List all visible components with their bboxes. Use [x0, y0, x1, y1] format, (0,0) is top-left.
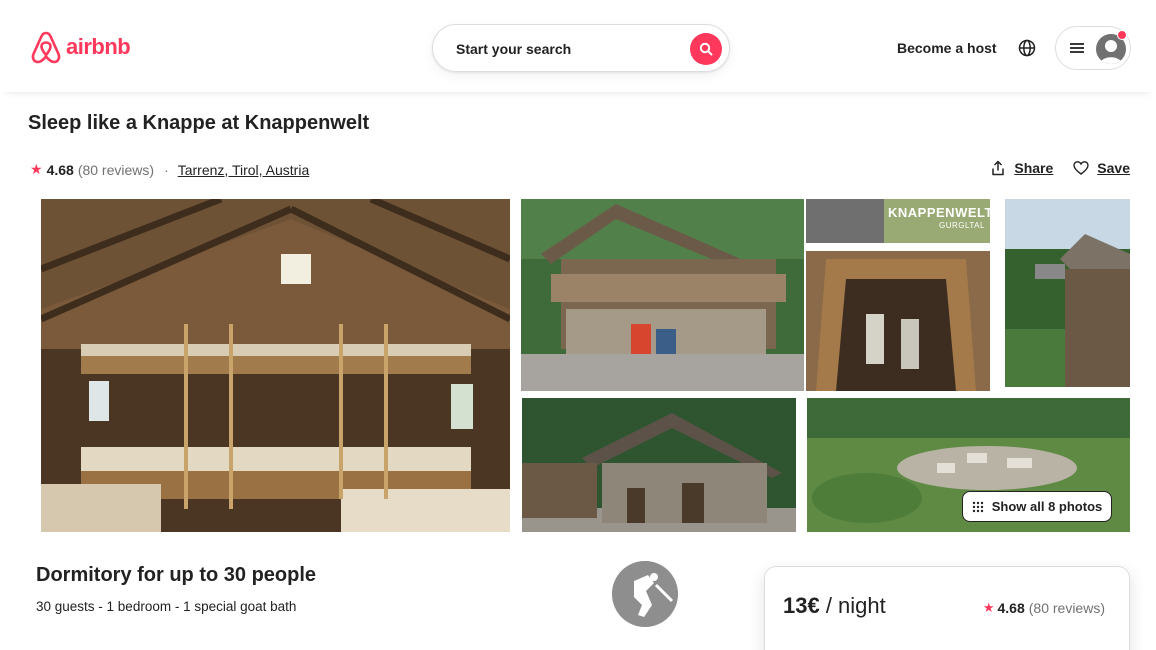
knappenwelt-sign-subtitle: GURGLTAL	[939, 221, 985, 230]
save-label: Save	[1097, 160, 1130, 176]
photo-wooden-lodge[interactable]	[521, 199, 804, 391]
search-placeholder[interactable]: Start your search	[456, 41, 571, 57]
share-icon	[992, 160, 1005, 176]
globe-icon[interactable]	[1017, 38, 1037, 58]
booking-card: 13€ / night ★ 4.68 (80 reviews)	[764, 566, 1130, 650]
hamburger-icon	[1070, 43, 1084, 53]
save-button[interactable]: Save	[1073, 160, 1130, 176]
photo-forest-hut[interactable]	[1005, 199, 1130, 387]
show-all-label: Show all 8 photos	[991, 499, 1103, 514]
airbnb-logo[interactable]: airbnb	[30, 31, 131, 65]
room-type-title: Dormitory for up to 30 people	[36, 564, 317, 586]
airbnb-logo-icon	[31, 31, 61, 64]
logo-text: airbnb	[66, 34, 131, 59]
photo-stone-hut[interactable]	[522, 398, 796, 532]
card-rating: ★ 4.68 (80 reviews)	[983, 600, 1105, 616]
room-summary: 30 guests - 1 bedroom - 1 special goat b…	[36, 599, 297, 614]
knappenwelt-sign-title: KNAPPENWELT	[888, 205, 990, 220]
search-icon	[699, 42, 713, 56]
price-unit: / night	[819, 593, 886, 618]
photo-mine-entrance[interactable]: KNAPPENWELT GURGLTAL	[806, 199, 990, 391]
star-icon: ★	[982, 600, 995, 615]
listing-actions: Share Save	[990, 160, 1130, 176]
meta-separator: ·	[164, 161, 169, 178]
heart-icon	[1073, 161, 1089, 175]
listing-reviews-link[interactable]: (80 reviews)	[78, 162, 154, 178]
host-avatar[interactable]	[612, 561, 678, 627]
star-icon: ★	[30, 161, 43, 177]
card-rating-value: 4.68	[997, 600, 1025, 616]
user-menu-button[interactable]	[1055, 26, 1131, 70]
search-button[interactable]	[690, 33, 722, 65]
share-button[interactable]: Share	[990, 160, 1053, 176]
notification-dot	[1117, 30, 1127, 40]
search-bar[interactable]: Start your search	[432, 24, 730, 72]
grid-dots-icon	[972, 501, 983, 512]
share-label: Share	[1014, 160, 1054, 176]
listing-title: Sleep like a Knappe at Knappenwelt	[28, 112, 370, 134]
top-nav: airbnb Start your search Become a host	[0, 0, 1156, 92]
listing-meta: ★ 4.68 (80 reviews) · Tarrenz, Tirol, Au…	[30, 161, 309, 178]
card-reviews-link[interactable]: (80 reviews)	[1029, 600, 1105, 616]
photo-dormitory-interior[interactable]	[41, 199, 510, 532]
listing-rating: 4.68	[46, 161, 74, 178]
price-amount: 13€	[783, 593, 820, 618]
nightly-price: 13€ / night	[783, 593, 886, 619]
become-host-link[interactable]: Become a host	[897, 40, 997, 56]
listing-location-link[interactable]: Tarrenz, Tirol, Austria	[178, 162, 310, 178]
show-all-photos-button[interactable]: Show all 8 photos	[962, 491, 1112, 522]
miner-logo-icon	[612, 561, 678, 627]
